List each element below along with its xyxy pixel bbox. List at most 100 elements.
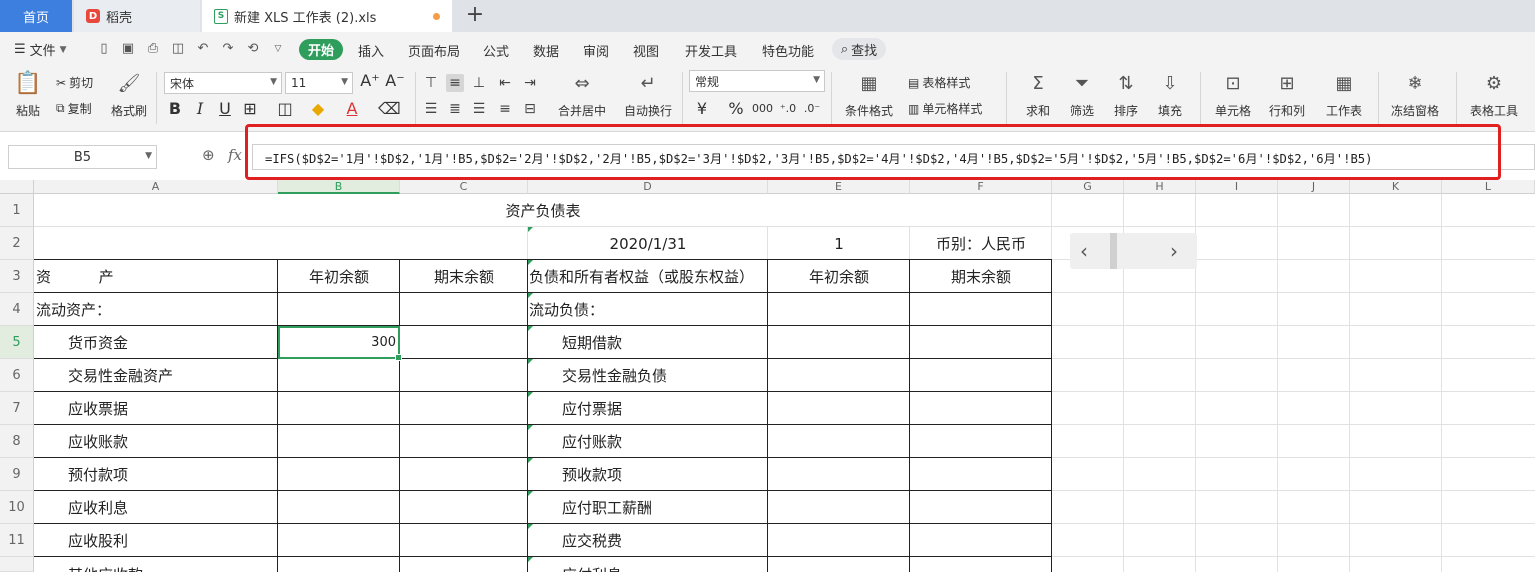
cut-button[interactable]: ✂ 剪切 — [56, 74, 93, 91]
clear-format-icon[interactable]: ⌫ — [378, 100, 401, 118]
paste-button[interactable]: 📋 粘贴 — [10, 70, 46, 119]
menu-special[interactable]: 特色功能 — [762, 41, 814, 60]
column-header-a[interactable]: A — [34, 180, 278, 194]
row-header-2[interactable]: 2 — [0, 227, 34, 260]
file-menu[interactable]: ☰ 文件 ▼ — [14, 40, 67, 59]
navigator-thumb[interactable] — [1110, 233, 1117, 269]
justify-icon[interactable]: ≡ — [496, 100, 514, 118]
column-header-d[interactable]: D — [528, 180, 768, 194]
column-header-f[interactable]: F — [910, 180, 1052, 194]
row-header-5[interactable]: 5 — [0, 326, 34, 359]
tab-home[interactable]: 首页 — [0, 0, 72, 32]
column-header-g[interactable]: G — [1052, 180, 1124, 194]
row-header-11[interactable]: 11 — [0, 524, 34, 557]
tab-file[interactable]: S 新建 XLS 工作表 (2).xls — [202, 0, 452, 32]
row-header-10[interactable]: 10 — [0, 491, 34, 524]
zoom-icon[interactable]: ⊕ — [202, 146, 215, 164]
table-tools-button[interactable]: ⚙ 表格工具 — [1462, 70, 1526, 119]
cell-f2[interactable]: 币别：人民币 — [910, 227, 1052, 260]
asset-row[interactable]: 应收票据 — [68, 392, 276, 425]
menu-review[interactable]: 审阅 — [583, 41, 609, 60]
asset-row[interactable]: 交易性金融资产 — [68, 359, 276, 392]
asset-row[interactable]: 应收账款 — [68, 425, 276, 458]
menu-data[interactable]: 数据 — [533, 41, 559, 60]
redo-icon[interactable]: ↷ — [220, 41, 236, 57]
header-end-balance[interactable]: 期末余额 — [400, 260, 528, 293]
bold-icon[interactable]: B — [165, 100, 185, 118]
liability-row[interactable]: 应付利息 — [562, 557, 767, 572]
repeat-icon[interactable]: ⟲ — [245, 41, 261, 57]
border-icon[interactable]: ⊞ — [240, 100, 260, 118]
sum-button[interactable]: Σ 求和 — [1018, 70, 1058, 119]
align-middle-icon[interactable]: ≡ — [446, 74, 464, 92]
indent-decrease-icon[interactable]: ⇤ — [496, 74, 514, 92]
decrease-font-icon[interactable]: A⁻ — [385, 72, 405, 90]
header-liabilities[interactable]: 负债和所有者权益（或股东权益） — [529, 260, 767, 293]
fill-button[interactable]: ⇩ 填充 — [1150, 70, 1190, 119]
asset-row[interactable]: 应收利息 — [68, 491, 276, 524]
menu-insert[interactable]: 插入 — [358, 41, 384, 60]
chevron-left-icon[interactable]: ‹ — [1080, 239, 1088, 263]
header-begin-balance-2[interactable]: 年初余额 — [768, 260, 910, 293]
menu-formula[interactable]: 公式 — [483, 41, 509, 60]
cell-e2[interactable]: 1 — [768, 227, 910, 260]
freeze-panes-button[interactable]: ❄ 冻结窗格 — [1384, 70, 1446, 119]
asset-row[interactable]: 应收股利 — [68, 524, 276, 557]
percent-icon[interactable]: % — [726, 100, 746, 118]
row-header-1[interactable]: 1 — [0, 194, 34, 227]
liability-row[interactable]: 流动负债： — [529, 293, 767, 326]
undo-icon[interactable]: ↶ — [195, 41, 211, 57]
row-header-12[interactable] — [0, 557, 34, 572]
cell-style-button[interactable]: ▥ 单元格样式 — [908, 100, 982, 117]
currency-icon[interactable]: ¥ — [692, 100, 712, 118]
distributed-icon[interactable]: ⊟ — [521, 100, 539, 118]
font-name-select[interactable]: 宋体 ▼ — [164, 72, 282, 94]
wrap-text-button[interactable]: ↵ 自动换行 — [620, 70, 676, 119]
align-bottom-icon[interactable]: ⊥ — [470, 74, 488, 92]
column-header-e[interactable]: E — [768, 180, 910, 194]
menu-developer[interactable]: 开发工具 — [685, 41, 737, 60]
row-header-6[interactable]: 6 — [0, 359, 34, 392]
column-header-b[interactable]: B — [278, 180, 400, 194]
filter-button[interactable]: ⏷ 筛选 — [1062, 70, 1102, 119]
row-header-4[interactable]: 4 — [0, 293, 34, 326]
conditional-format-button[interactable]: ▦ 条件格式 — [838, 70, 900, 119]
merge-center-button[interactable]: ⇔ 合并居中 — [552, 70, 612, 119]
indent-increase-icon[interactable]: ⇥ — [521, 74, 539, 92]
liability-row[interactable]: 短期借款 — [562, 326, 767, 359]
row-header-9[interactable]: 9 — [0, 458, 34, 491]
liability-row[interactable]: 应付票据 — [562, 392, 767, 425]
tab-daoke[interactable]: D 稻壳 — [74, 0, 200, 32]
header-assets[interactable]: 资 产 — [36, 260, 276, 293]
cell-button[interactable]: ⊡ 单元格 — [1208, 70, 1258, 119]
menu-page-layout[interactable]: 页面布局 — [408, 41, 460, 60]
print-icon[interactable]: ⎙ — [145, 41, 161, 57]
increase-decimal-icon[interactable]: ⁺.0 — [778, 100, 798, 118]
save-icon[interactable]: ▣ — [120, 41, 136, 57]
worksheet-button[interactable]: ▦ 工作表 — [1316, 70, 1372, 119]
fill-color-icon[interactable]: ◆ — [308, 100, 328, 118]
menu-view[interactable]: 视图 — [633, 41, 659, 60]
sort-button[interactable]: ⇅ 排序 — [1106, 70, 1146, 119]
increase-font-icon[interactable]: A⁺ — [360, 72, 380, 90]
table-style-button[interactable]: ▤ 表格样式 — [908, 74, 970, 91]
asset-row[interactable]: 其他应收款 — [68, 557, 276, 572]
header-begin-balance[interactable]: 年初余额 — [278, 260, 400, 293]
row-header-7[interactable]: 7 — [0, 392, 34, 425]
decrease-decimal-icon[interactable]: .0⁻ — [802, 100, 822, 118]
cell-d2[interactable]: 2020/1/31 — [528, 227, 768, 260]
asset-row[interactable]: 货币资金 — [68, 326, 276, 359]
fx-icon[interactable]: fx — [228, 146, 242, 164]
number-format-select[interactable]: 常规 ▼ — [689, 70, 825, 92]
align-center-icon[interactable]: ≣ — [446, 100, 464, 118]
thousands-icon[interactable]: 000 — [752, 100, 773, 118]
copy-button[interactable]: ⧉ 复制 — [56, 100, 92, 117]
liability-row[interactable]: 应交税费 — [562, 524, 767, 557]
menu-start[interactable]: 开始 — [299, 39, 343, 60]
asset-row[interactable]: 流动资产： — [36, 293, 276, 326]
sheet-title[interactable]: 资产负债表 — [34, 194, 1052, 227]
header-end-balance-2[interactable]: 期末余额 — [910, 260, 1052, 293]
print-preview-icon[interactable]: ◫ — [170, 41, 186, 57]
font-size-select[interactable]: 11 ▼ — [285, 72, 353, 94]
column-header-l[interactable]: L — [1442, 180, 1535, 194]
